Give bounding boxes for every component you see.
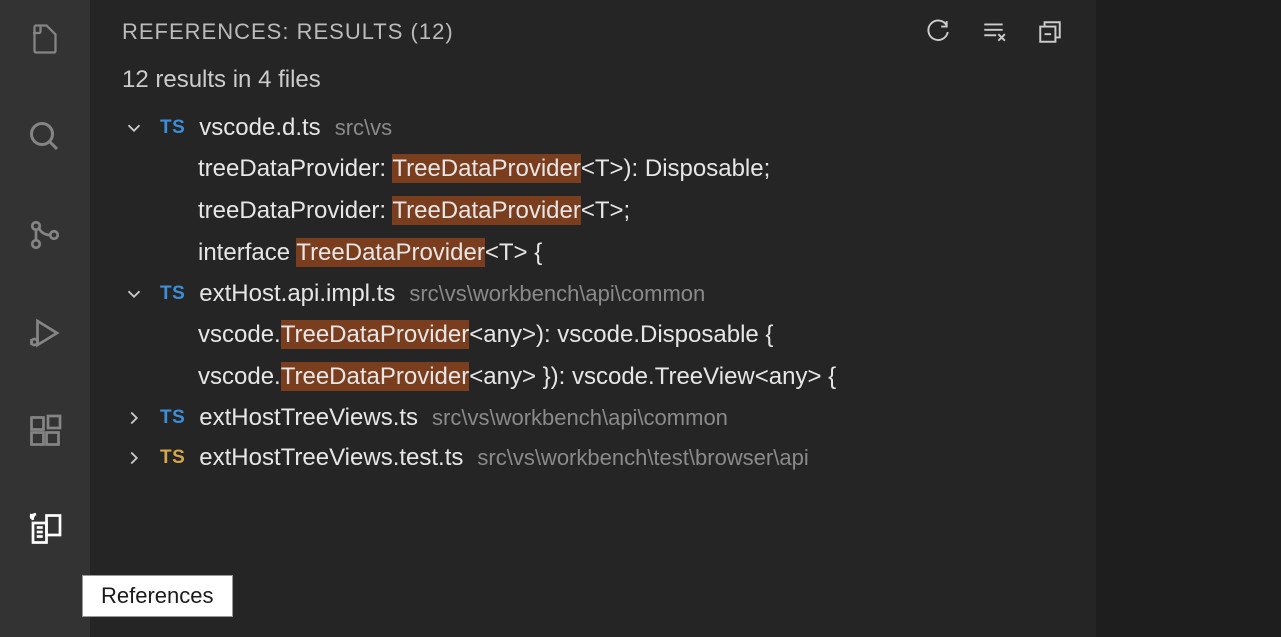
panel-actions — [924, 18, 1064, 46]
result-highlight: TreeDataProvider — [296, 238, 485, 267]
result-highlight: TreeDataProvider — [281, 362, 470, 391]
file-path: src\vs\workbench\test\browser\api — [477, 445, 808, 471]
clear-icon[interactable] — [980, 18, 1008, 46]
result-pre: treeDataProvider: — [198, 197, 392, 224]
references-panel: REFERENCES: RESULTS (12) — [90, 0, 1096, 637]
file-path: src\vs\workbench\api\common — [409, 281, 705, 307]
refresh-icon[interactable] — [924, 18, 952, 46]
result-post: <T> { — [485, 239, 542, 266]
file-row[interactable]: TS extHost.api.impl.ts src\vs\workbench\ap… — [116, 274, 1096, 314]
ts-badge: TS — [160, 407, 185, 429]
chevron-down-icon[interactable] — [122, 282, 146, 306]
result-post: <any> }): vscode.TreeView<any> { — [469, 363, 836, 390]
editor-area — [1096, 0, 1281, 637]
ts-badge: TS — [160, 117, 185, 139]
explorer-icon[interactable] — [21, 15, 69, 63]
tooltip-references: References — [82, 575, 233, 617]
chevron-down-icon[interactable] — [122, 116, 146, 140]
result-pre: vscode. — [198, 363, 281, 390]
chevron-right-icon[interactable] — [122, 406, 146, 430]
result-post: <any>): vscode.Disposable { — [469, 321, 773, 348]
file-name: extHost.api.impl.ts — [199, 280, 395, 308]
result-highlight: TreeDataProvider — [392, 154, 581, 183]
file-path: src\vs\workbench\api\common — [432, 405, 728, 431]
results-tree: TS vscode.d.ts src\vs treeDataProvider: Tre… — [90, 108, 1096, 478]
result-pre: interface — [198, 239, 296, 266]
file-path: src\vs — [335, 115, 392, 141]
result-highlight: TreeDataProvider — [392, 196, 581, 225]
result-line[interactable]: interface TreeDataProvider<T> { — [116, 232, 1096, 274]
file-name: extHostTreeViews.test.ts — [199, 444, 463, 472]
ts-badge: TS — [160, 283, 185, 305]
file-row[interactable]: TS vscode.d.ts src\vs — [116, 108, 1096, 148]
file-row[interactable]: TS extHostTreeViews.ts src\vs\workbench\ap… — [116, 398, 1096, 438]
result-line[interactable]: treeDataProvider: TreeDataProvider<T>; — [116, 190, 1096, 232]
panel-title: REFERENCES: RESULTS (12) — [122, 19, 454, 45]
collapse-all-icon[interactable] — [1036, 18, 1064, 46]
search-icon[interactable] — [21, 113, 69, 161]
activity-bar: References — [0, 0, 90, 637]
run-debug-icon[interactable] — [21, 309, 69, 357]
result-line[interactable]: vscode.TreeDataProvider<any>): vscode.Di… — [116, 314, 1096, 356]
file-name: extHostTreeViews.ts — [199, 404, 418, 432]
result-post: <T>; — [581, 197, 630, 224]
result-pre: treeDataProvider: — [198, 155, 392, 182]
file-name: vscode.d.ts — [199, 114, 320, 142]
ts-badge: TS — [160, 447, 185, 469]
chevron-right-icon[interactable] — [122, 446, 146, 470]
extensions-icon[interactable] — [21, 407, 69, 455]
panel-header: REFERENCES: RESULTS (12) — [90, 0, 1096, 66]
result-post: <T>): Disposable; — [581, 155, 770, 182]
references-icon[interactable] — [21, 505, 69, 553]
result-highlight: TreeDataProvider — [281, 320, 470, 349]
results-summary: 12 results in 4 files — [90, 66, 1096, 108]
result-line[interactable]: vscode.TreeDataProvider<any> }): vscode.… — [116, 356, 1096, 398]
source-control-icon[interactable] — [21, 211, 69, 259]
file-row[interactable]: TS extHostTreeViews.test.ts src\vs\workben… — [116, 438, 1096, 478]
result-line[interactable]: treeDataProvider: TreeDataProvider<T>): … — [116, 148, 1096, 190]
result-pre: vscode. — [198, 321, 281, 348]
